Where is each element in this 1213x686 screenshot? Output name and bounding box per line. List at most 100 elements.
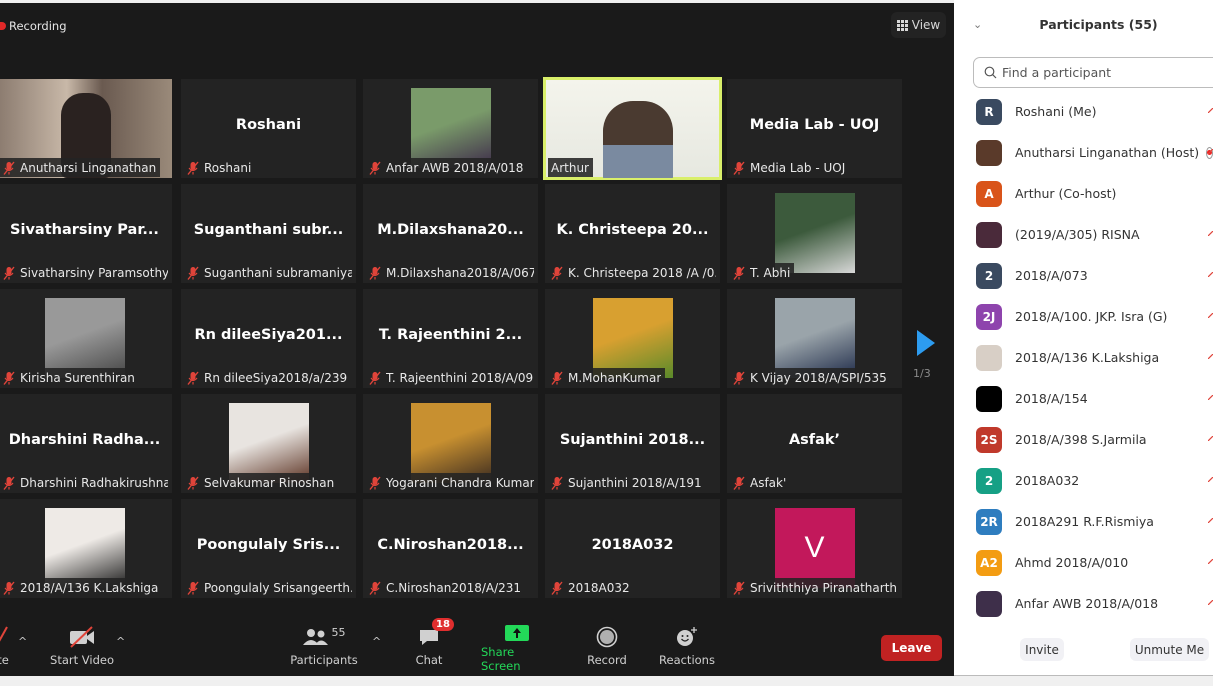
participant-tile[interactable]: M.Dilaxshana20... M.Dilaxshana2018/A/067 (363, 184, 538, 283)
muted-mic-icon (1208, 395, 1213, 400)
avatar: 2R (976, 508, 1002, 535)
muted-mic-icon (369, 581, 381, 595)
chat-button[interactable]: 18 Chat (410, 618, 454, 673)
recording-indicator[interactable]: Recording (0, 16, 67, 36)
share-screen-button[interactable]: Share Screen (481, 623, 553, 673)
tile-name-label: Dharshini Radhakirushnan (0, 473, 172, 492)
participant-tile[interactable]: Dharshini Radha... Dharshini Radhakirushn… (0, 394, 172, 493)
tile-name-label: Sujanthini 2018/A/191 (548, 473, 706, 492)
participant-tile[interactable]: Sujanthini 2018... Sujanthini 2018/A/191 (545, 394, 720, 493)
tile-name-text: Yogarani Chandra Kumar (386, 475, 534, 490)
participant-tile[interactable]: T. Rajeenthini 2... T. Rajeenthini 2018/A… (363, 289, 538, 388)
muted-mic-icon (1208, 518, 1213, 523)
participant-tile[interactable]: C.Niroshan2018... C.Niroshan2018/A/231 (363, 499, 538, 598)
avatar: 2 (976, 262, 1002, 289)
tile-name-text: 2018/A/136 K.Lakshiga (20, 580, 159, 595)
view-button[interactable]: View (891, 12, 946, 38)
participants-options-caret-icon[interactable]: ^ (372, 635, 381, 648)
participant-tile[interactable]: 2018/A/136 K.Lakshiga (0, 499, 172, 598)
participant-list-item[interactable]: Anfar AWB 2018/A/018 (954, 583, 1213, 624)
participant-list-item[interactable]: 2J 2018/A/100. JKP. Isra (G) (954, 296, 1213, 337)
leave-button[interactable]: Leave (881, 635, 942, 661)
participant-tile[interactable]: Poongulaly Sris... Poongulaly Srisangeert… (181, 499, 356, 598)
participant-tile[interactable]: M.MohanKumar (545, 289, 720, 388)
participant-tile[interactable]: Yogarani Chandra Kumar (363, 394, 538, 493)
participant-name: 2018/A/398 S.Jarmila (1015, 432, 1147, 447)
participant-list-item[interactable]: A2 Ahmd 2018/A/010 (954, 542, 1213, 583)
participant-list-item[interactable]: 2018/A/154 (954, 378, 1213, 419)
muted-mic-icon (369, 161, 381, 175)
participant-tile[interactable]: Kirisha Surenthiran (0, 289, 172, 388)
tile-name-label: Rn dileeSiya2018/a/239 (184, 368, 352, 387)
audio-options-caret-icon[interactable]: ^ (18, 635, 27, 648)
participant-list-item[interactable]: R Roshani (Me) (954, 91, 1213, 132)
tile-display-name: M.Dilaxshana20... (377, 222, 524, 238)
profile-picture (410, 403, 491, 483)
unmute-me-button[interactable]: Unmute Me (1130, 638, 1209, 661)
reactions-button[interactable]: Reactions (659, 623, 715, 673)
muted-mic-icon (733, 266, 745, 280)
participant-tile[interactable]: K Vijay 2018/A/SPI/535 (727, 289, 902, 388)
participant-tile[interactable]: Rn dileeSiya201... Rn dileeSiya2018/a/239 (181, 289, 356, 388)
muted-mic-icon (1208, 149, 1213, 154)
muted-mic-icon (1208, 600, 1213, 605)
participant-tile[interactable]: Suganthani subr... Suganthani subramaniya… (181, 184, 356, 283)
chat-label: Chat (415, 653, 443, 667)
tile-name-text: Sriviththiya Piranatharthi... (750, 580, 898, 595)
tile-name-label: K. Christeepa 2018 /A /0... (548, 263, 720, 282)
participants-button[interactable]: 55 Participants (290, 623, 358, 673)
participant-list-item[interactable]: A Arthur (Co-host) (954, 173, 1213, 214)
start-video-button[interactable]: Start Video (50, 623, 114, 673)
participant-list-item[interactable]: 2R 2018A291 R.F.Rismiya (954, 501, 1213, 542)
participant-list-item[interactable]: (2019/A/305) RISNA (954, 214, 1213, 255)
mute-button[interactable]: te (0, 623, 18, 673)
record-button[interactable]: Record (586, 623, 628, 673)
participant-tile[interactable]: Anfar AWB 2018/A/018 (363, 79, 538, 178)
tile-display-name: Suganthani subr... (193, 222, 344, 238)
profile-picture (592, 298, 673, 378)
next-page-arrow-icon[interactable] (915, 328, 937, 358)
participant-list-item[interactable]: 2S 2018/A/398 S.Jarmila (954, 419, 1213, 460)
tile-name-text: Kirisha Surenthiran (20, 370, 135, 385)
participant-tile[interactable]: Sivatharsiny Par... Sivatharsiny Paramsot… (0, 184, 172, 283)
tile-name-text: T. Rajeenthini 2018/A/091 (386, 370, 534, 385)
participant-tile[interactable]: Media Lab - UOJ Media Lab - UOJ (727, 79, 902, 178)
participant-name: Anutharsi Linganathan (Host) (1015, 145, 1200, 160)
participant-tile[interactable]: Selvakumar Rinoshan (181, 394, 356, 493)
muted-mic-icon (1208, 477, 1213, 482)
participant-tile[interactable]: 2018A032 2018A032 (545, 499, 720, 598)
participant-list-item[interactable]: 2 2018A032 (954, 460, 1213, 501)
avatar (976, 139, 1002, 166)
tile-name-label: M.Dilaxshana2018/A/067 (366, 263, 538, 282)
participant-search-box[interactable] (973, 57, 1213, 88)
participant-tile[interactable]: Anutharsi Linganathan (0, 79, 172, 178)
participant-tile[interactable]: K. Christeepa 20... K. Christeepa 2018 /A… (545, 184, 720, 283)
muted-mic-icon (187, 161, 199, 175)
muted-mic-icon (551, 371, 563, 385)
participant-list-item[interactable]: Anutharsi Linganathan (Host) (954, 132, 1213, 173)
record-icon (596, 623, 618, 651)
recording-dot-icon (0, 22, 6, 30)
participant-list-item[interactable]: 2 2018/A/073 (954, 255, 1213, 296)
tile-name-label: Suganthani subramaniya... (184, 263, 356, 282)
muted-mic-icon (369, 476, 381, 490)
participant-list-item[interactable]: 2018/A/136 K.Lakshiga (954, 337, 1213, 378)
participant-search-input[interactable] (1002, 65, 1202, 80)
participant-tile[interactable]: Asfak’ Asfak' (727, 394, 902, 493)
participant-tile[interactable]: Roshani Roshani (181, 79, 356, 178)
tile-name-label: Arthur (548, 158, 593, 177)
meeting-area: Recording View Anutharsi Linganathan Rosh… (0, 3, 954, 676)
tile-name-label: T. Rajeenthini 2018/A/091 (366, 368, 538, 387)
avatar: R (976, 98, 1002, 125)
tile-name-text: Sujanthini 2018/A/191 (568, 475, 702, 490)
meeting-toolbar: te ^ Start Video ^ (0, 618, 954, 676)
video-options-caret-icon[interactable]: ^ (116, 635, 125, 648)
participant-tile[interactable]: V Sriviththiya Piranatharthi... (727, 499, 902, 598)
participant-name: 2018/A/154 (1015, 391, 1088, 406)
participant-tile[interactable]: Arthur (543, 77, 722, 180)
invite-button[interactable]: Invite (1020, 638, 1064, 661)
tile-name-text: Sivatharsiny Paramsothy (20, 265, 168, 280)
muted-mic-icon (1208, 313, 1213, 318)
tile-display-name: Roshani (235, 117, 302, 133)
participant-tile[interactable]: T. Abhi (727, 184, 902, 283)
